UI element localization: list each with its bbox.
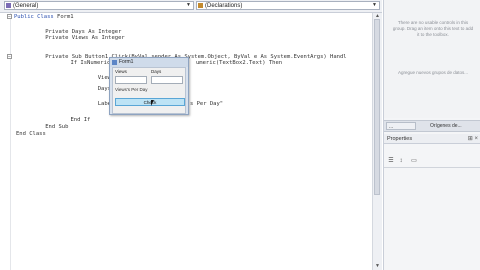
code-line: Private Views As Integer [32, 35, 125, 41]
form-preview-window[interactable]: Form1 Views Days Views's Per Day Check [109, 57, 189, 115]
form-body: Views Days Views's Per Day Check [112, 67, 186, 114]
collapse-toggle[interactable]: − [7, 54, 12, 60]
tab-solution[interactable]: ... [386, 122, 416, 130]
form-icon [112, 60, 117, 65]
toolbox-empty-message: There are no usable controls in this gro… [392, 20, 474, 37]
class-name: Form1 [57, 14, 74, 20]
pin-icon[interactable]: ⊞ × [468, 135, 478, 142]
code-line: End If [44, 117, 91, 123]
data-sources-message: Agregue nuevos grupos de datos... [397, 70, 469, 75]
properties-toolbar: ☰ ↕ ▭ [384, 155, 480, 168]
chevron-down-icon[interactable]: ▼ [371, 2, 378, 9]
views-label: Views [115, 69, 127, 74]
method-icon [198, 3, 203, 8]
right-dock-panel: There are no usable controls in this gro… [383, 0, 480, 270]
method-name-combo[interactable]: (Declarations) ▼ [196, 1, 380, 10]
code-line: End Sub [32, 124, 69, 130]
check-button[interactable]: Check [115, 98, 185, 106]
panel-tabstrip: ... Orígenes de... [384, 120, 480, 132]
views-textbox[interactable] [115, 76, 147, 84]
tab-data-sources[interactable]: Orígenes de... [428, 122, 480, 130]
days-textbox[interactable] [151, 76, 183, 84]
chevron-down-icon[interactable]: ▼ [185, 2, 192, 9]
class-name-combo[interactable]: (General) ▼ [4, 1, 194, 10]
properties-title: Properties ⊞ × [384, 134, 480, 144]
form-titlebar[interactable]: Form1 [110, 58, 188, 67]
class-combo-value: (General) [13, 3, 39, 9]
properties-title-text: Properties [387, 136, 413, 142]
categorized-icon[interactable]: ☰ [387, 157, 395, 165]
code-line: End Class [16, 131, 46, 137]
scrollbar-thumb[interactable] [374, 19, 380, 195]
toolbox-panel: There are no usable controls in this gro… [384, 0, 480, 118]
result-label: Views's Per Day [115, 87, 148, 92]
scroll-down-icon[interactable]: ▼ [373, 263, 382, 269]
code-editor[interactable]: − Public Class Form1 Private Days As Int… [0, 13, 372, 270]
method-combo-value: (Declarations) [205, 3, 243, 9]
code-line: Public Class Form1 [14, 14, 74, 20]
mouse-cursor-icon [151, 100, 154, 106]
outline-margin [10, 13, 11, 270]
collapse-toggle[interactable]: − [7, 14, 12, 20]
vertical-scrollbar[interactable]: ▲ ▼ [372, 13, 382, 270]
days-label: Days [151, 69, 162, 74]
code-line-fragment: s Per Day" [190, 101, 224, 107]
class-icon [6, 3, 11, 8]
sort-alpha-icon[interactable]: ↕ [397, 157, 405, 165]
code-navigation-bar: (General) ▼ (Declarations) ▼ [0, 0, 382, 13]
form-title: Form1 [119, 59, 134, 65]
code-line-fragment: umeric(TextBox2.Text) Then [196, 60, 283, 66]
property-pages-icon[interactable]: ▭ [410, 157, 418, 165]
